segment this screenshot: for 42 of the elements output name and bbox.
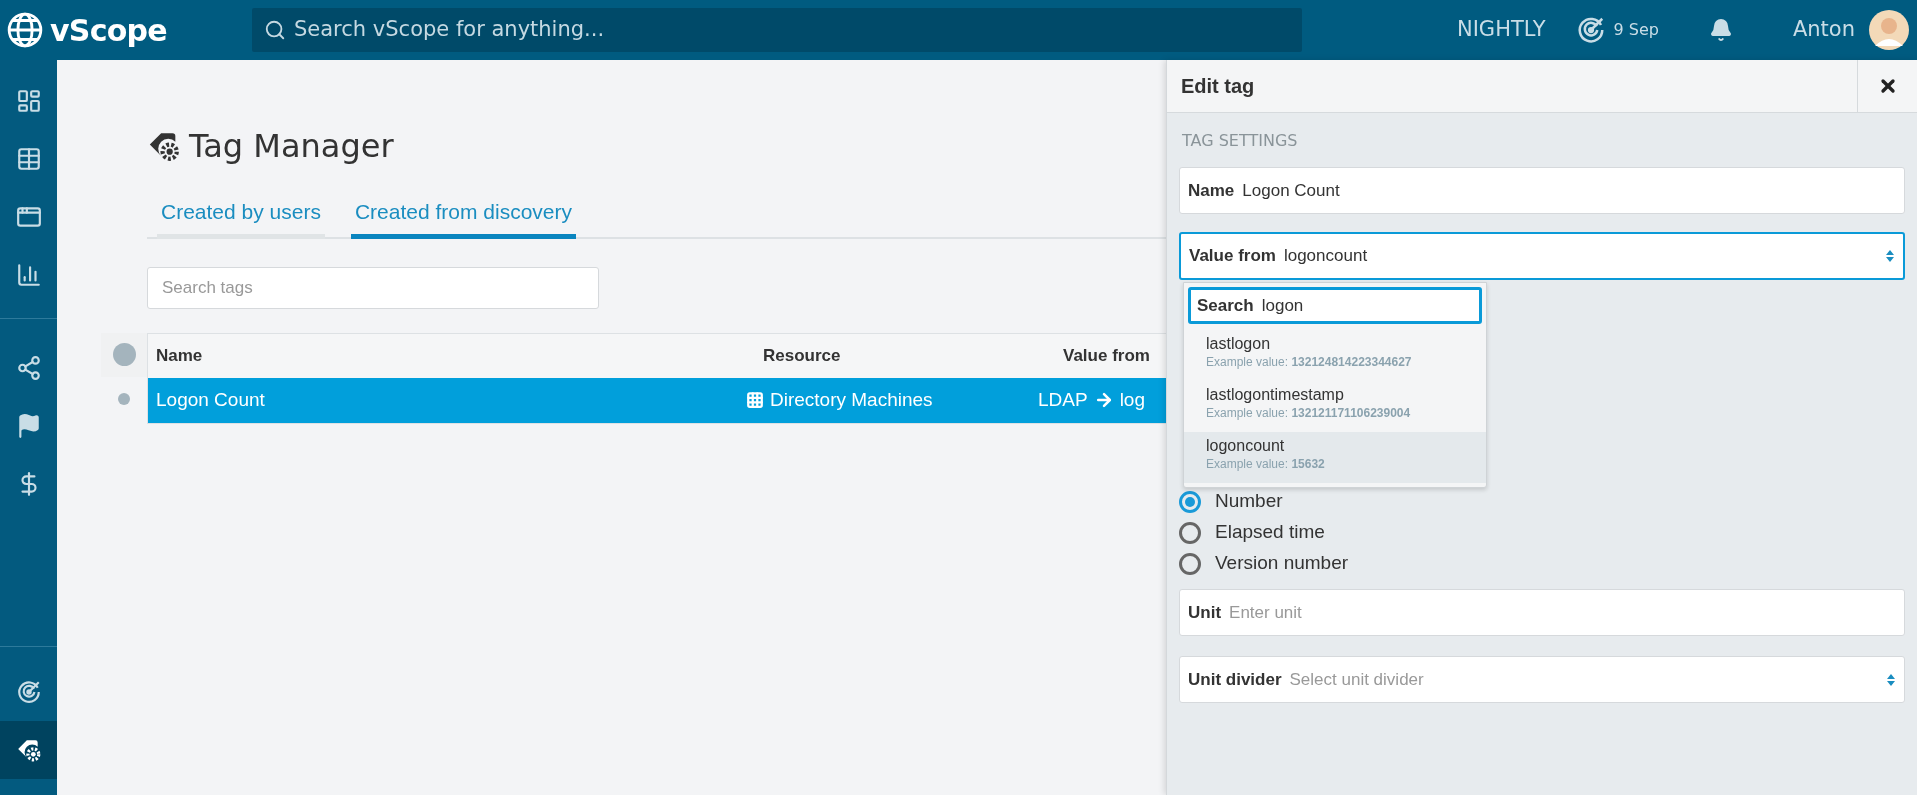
bar-chart-icon <box>15 262 42 288</box>
share-icon <box>15 355 42 381</box>
table-cell-text: log <box>1119 387 1145 412</box>
globe-logo-icon <box>6 11 44 49</box>
column-header[interactable]: Value from <box>1063 342 1150 369</box>
radar-icon <box>1575 15 1606 45</box>
column-header[interactable]: Name <box>156 342 763 369</box>
dropdown-option[interactable]: lastlogontimestamp Example value: 132121171106239004 <box>1184 381 1486 432</box>
window-icon <box>15 204 42 230</box>
select-arrows-icon <box>1885 248 1895 264</box>
radio-button[interactable] <box>1179 521 1201 544</box>
dropdown-option[interactable]: logoncount Example value: 15632 <box>1184 432 1486 483</box>
table-icon <box>15 146 42 172</box>
radio-button[interactable] <box>1179 552 1201 575</box>
table-cell-text: LDAP <box>1038 387 1088 412</box>
search-icon <box>264 19 286 41</box>
notification-bell-icon[interactable] <box>1708 18 1733 42</box>
app-logo-text: vScope <box>50 11 167 50</box>
section-heading: TAG SETTINGS <box>1181 130 1299 152</box>
grid-icon <box>746 391 764 409</box>
table-cell-text: Logon Count <box>156 387 266 412</box>
avatar[interactable] <box>1869 10 1909 50</box>
radar-icon <box>15 679 42 705</box>
page-title: Tag Manager <box>189 126 394 167</box>
name-field[interactable]: Name Logon Count <box>1179 167 1905 214</box>
unit-divider-select[interactable]: Unit divider Select unit divider <box>1179 656 1905 703</box>
dropdown-option[interactable]: lastlogon Example value: 132124814223344627 <box>1184 330 1486 381</box>
environment-label: NIGHTLY <box>1456 16 1546 44</box>
table-cell-text: Directory Machines <box>770 387 933 412</box>
radio-option[interactable]: Version number <box>1179 552 1905 575</box>
panel-title: Edit tag <box>1180 74 1256 99</box>
sidebar-item[interactable] <box>0 721 57 779</box>
global-search-field[interactable]: Search vScope for anything... <box>252 8 1302 52</box>
dashboard-icon <box>15 88 42 114</box>
unit-field[interactable]: Unit Enter unit <box>1179 589 1905 636</box>
date-label: 9 Sep <box>1613 19 1659 41</box>
column-header[interactable]: Resource <box>763 342 1063 369</box>
radio-button[interactable] <box>1179 490 1201 513</box>
radio-option[interactable]: Elapsed time <box>1179 521 1905 544</box>
value-from-select[interactable]: Value from logoncount <box>1179 232 1905 280</box>
user-name[interactable]: Anton <box>1792 14 1855 46</box>
dropdown-search-field[interactable]: Search logon <box>1188 287 1482 324</box>
